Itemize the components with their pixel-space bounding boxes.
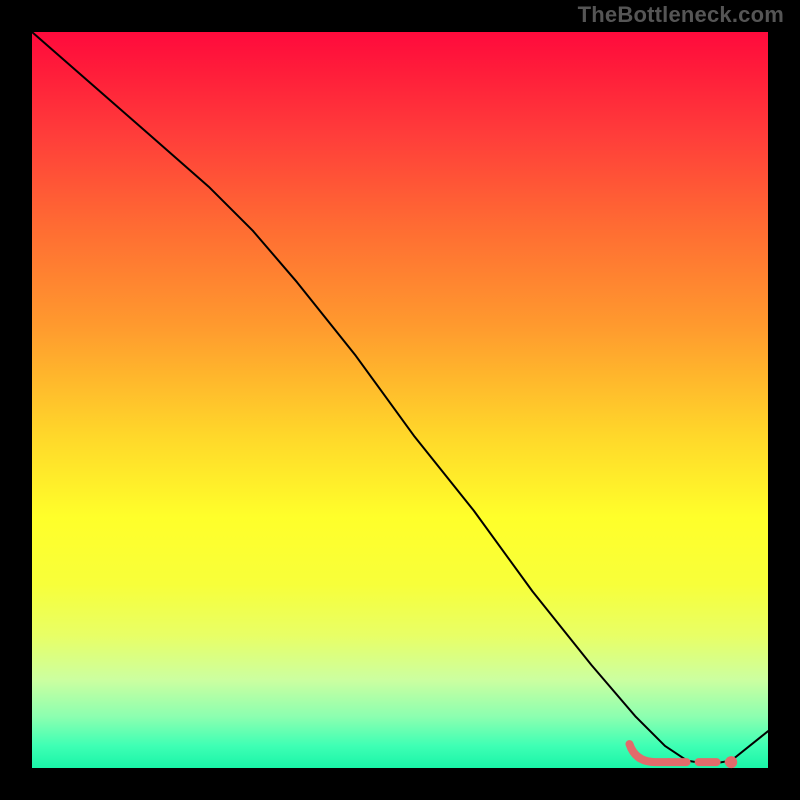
watermark-text: TheBottleneck.com xyxy=(578,2,784,28)
bottleneck-curve xyxy=(32,32,768,764)
optimal-range-solid xyxy=(630,744,669,762)
chart-frame: TheBottleneck.com xyxy=(0,0,800,800)
optimal-range-end-dot xyxy=(725,756,737,768)
plot-area xyxy=(32,32,768,768)
plot-svg xyxy=(32,32,768,768)
